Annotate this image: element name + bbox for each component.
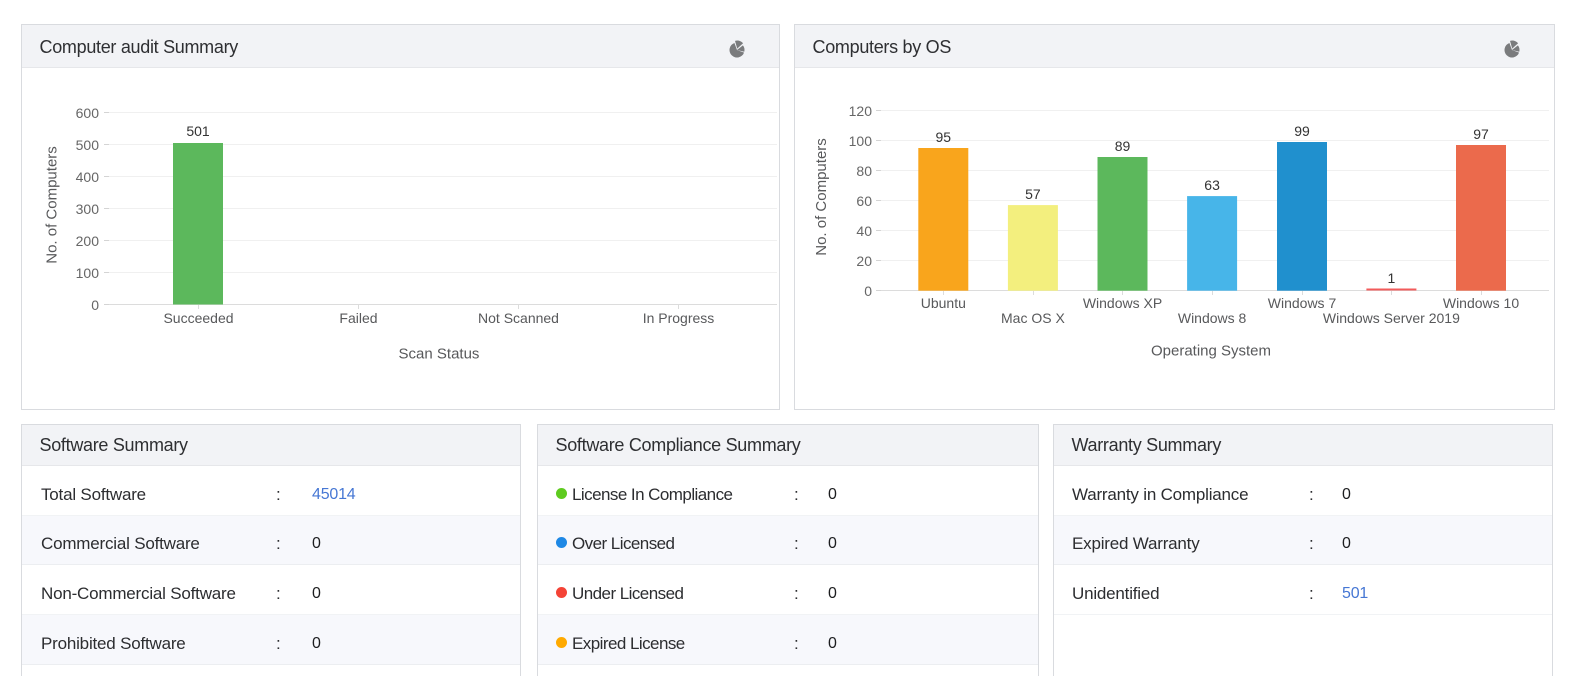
svg-text:100: 100 <box>849 133 873 149</box>
svg-text:Succeeded: Succeeded <box>163 310 233 326</box>
svg-text:1: 1 <box>1388 270 1396 286</box>
svg-text:In Progress: In Progress <box>643 310 715 326</box>
svg-text:Windows 8: Windows 8 <box>1178 310 1247 326</box>
svg-text:Windows Server 2019: Windows Server 2019 <box>1323 310 1460 326</box>
svg-text:400: 400 <box>76 169 100 185</box>
svg-text:Failed: Failed <box>339 310 377 326</box>
svg-text:99: 99 <box>1294 123 1310 139</box>
svg-text:40: 40 <box>856 223 872 239</box>
svg-text:100: 100 <box>76 265 100 281</box>
svg-text:Not Scanned: Not Scanned <box>478 310 559 326</box>
svg-text:95: 95 <box>936 129 952 145</box>
svg-text:Mac OS X: Mac OS X <box>1001 310 1065 326</box>
svg-text:Windows XP: Windows XP <box>1083 295 1162 311</box>
svg-text:500: 500 <box>76 137 100 153</box>
svg-text:89: 89 <box>1115 138 1131 154</box>
svg-text:57: 57 <box>1025 186 1041 202</box>
svg-text:60: 60 <box>856 193 872 209</box>
svg-text:20: 20 <box>856 253 872 269</box>
svg-text:Windows 10: Windows 10 <box>1443 295 1519 311</box>
svg-text:80: 80 <box>856 163 872 179</box>
svg-text:501: 501 <box>186 123 210 139</box>
svg-text:Operating System: Operating System <box>1151 343 1271 360</box>
svg-text:200: 200 <box>76 233 100 249</box>
svg-text:120: 120 <box>849 103 873 119</box>
svg-text:No. of Computers: No. of Computers <box>44 146 61 264</box>
svg-text:600: 600 <box>76 105 100 121</box>
svg-text:0: 0 <box>864 283 872 299</box>
svg-text:Ubuntu: Ubuntu <box>921 295 966 311</box>
svg-text:97: 97 <box>1473 126 1489 142</box>
svg-text:0: 0 <box>91 297 99 313</box>
svg-text:Scan Status: Scan Status <box>399 346 480 363</box>
svg-text:300: 300 <box>76 201 100 217</box>
svg-text:No. of Computers: No. of Computers <box>813 138 830 256</box>
svg-text:Windows 7: Windows 7 <box>1268 295 1337 311</box>
svg-text:63: 63 <box>1204 177 1220 193</box>
